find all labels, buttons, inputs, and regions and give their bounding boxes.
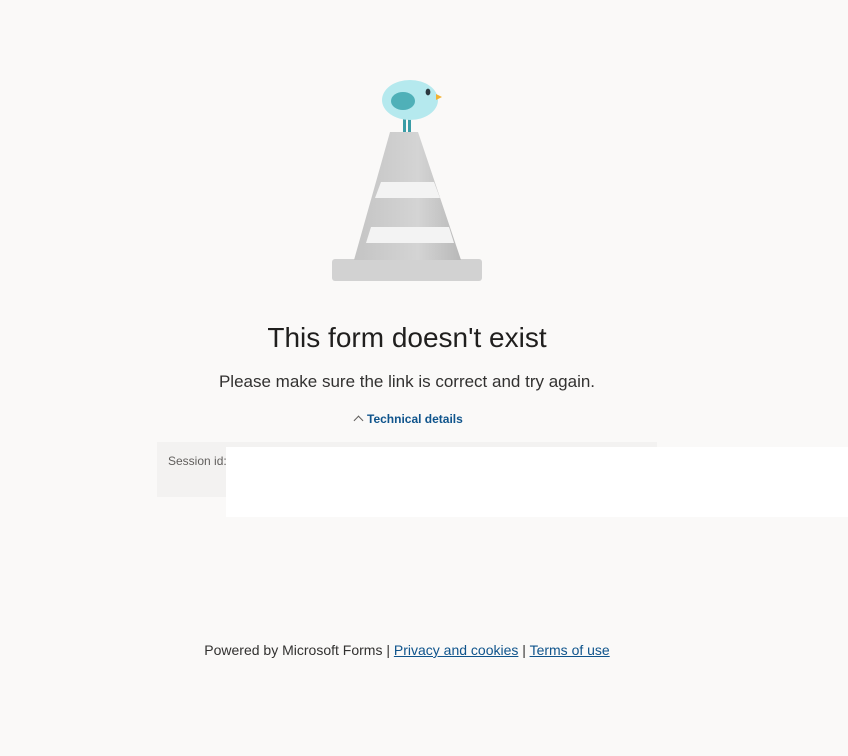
session-id-value	[226, 447, 848, 517]
session-id-label: Session id:	[168, 454, 227, 468]
technical-details-label: Technical details	[367, 412, 463, 426]
footer-separator: |	[386, 642, 390, 658]
powered-by-text: Powered by Microsoft Forms	[204, 642, 383, 658]
chevron-up-icon	[353, 415, 364, 426]
footer-separator: |	[522, 642, 526, 658]
error-page: This form doesn't exist Please make sure…	[0, 0, 848, 756]
footer: Powered by Microsoft Forms | Privacy and…	[0, 642, 814, 658]
error-message: Please make sure the link is correct and…	[218, 372, 596, 391]
privacy-link[interactable]: Privacy and cookies	[394, 642, 519, 658]
terms-link[interactable]: Terms of use	[530, 642, 610, 658]
page-title: This form doesn't exist	[267, 322, 547, 353]
traffic-cone-bird-illustration	[332, 80, 482, 281]
technical-details-toggle[interactable]: Technical details	[353, 412, 463, 426]
